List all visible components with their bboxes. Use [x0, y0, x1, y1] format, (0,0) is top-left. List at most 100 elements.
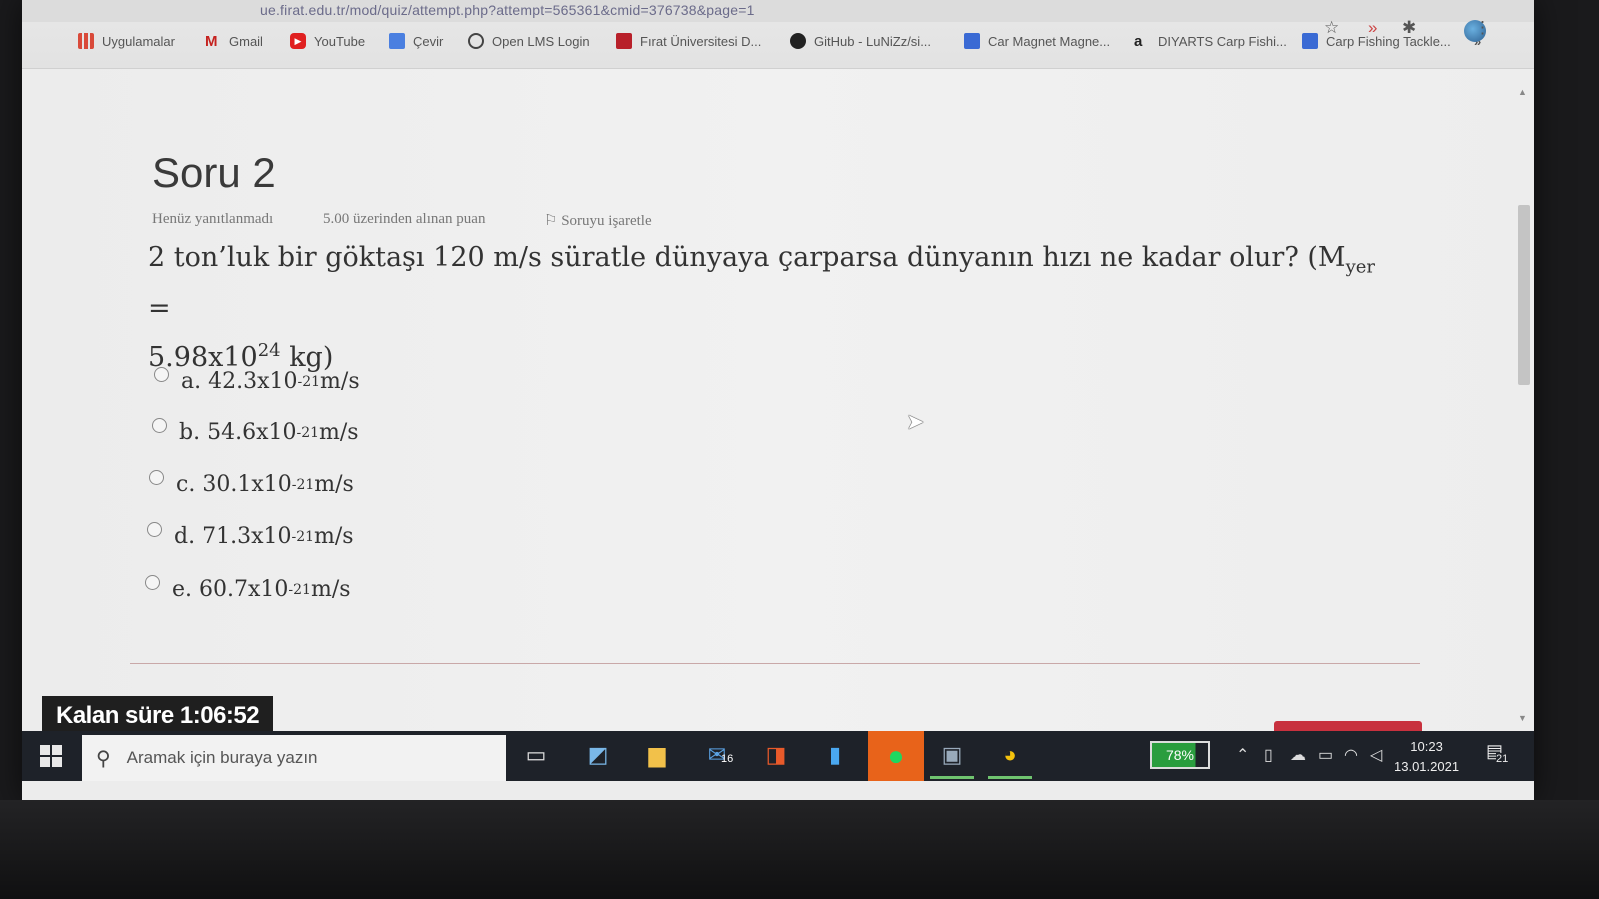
answer-option-a[interactable]: a. 42.3x10 -21 m/s — [154, 367, 360, 394]
option-unit: m/s — [320, 369, 360, 394]
option-letter: b. — [179, 420, 201, 445]
youtube-icon: ▶ — [290, 33, 306, 49]
option-exponent: -21 — [297, 373, 321, 390]
windows-start-icon[interactable] — [40, 745, 62, 767]
page-scrollbar[interactable]: ▲ ▼ — [1516, 87, 1530, 727]
notification-center-icon[interactable]: ▤ 21 — [1486, 741, 1509, 765]
star-bookmark-icon[interactable]: ☆ — [1324, 18, 1339, 38]
spotify-icon[interactable]: ● — [868, 731, 924, 781]
phone-app-icon[interactable]: ▮ — [819, 739, 851, 771]
option-value: 30.1x10 — [202, 472, 292, 497]
menu-kebab-icon[interactable]: ⋮ — [1474, 18, 1491, 38]
option-letter: c. — [176, 472, 196, 497]
address-bar[interactable]: ue.firat.edu.tr/mod/quiz/attempt.php?att… — [22, 0, 1534, 22]
battery-indicator[interactable]: 78% — [1150, 741, 1210, 769]
bookmark-label: GitHub - LuNiZz/si... — [814, 33, 932, 49]
question-text-part: = — [148, 293, 171, 325]
bookmark-label: YouTube — [314, 33, 366, 49]
flag-label: Soruyu işaretle — [561, 213, 652, 229]
option-unit: m/s — [314, 472, 354, 497]
file-explorer-icon[interactable]: ▆ — [641, 739, 673, 771]
answer-option-e[interactable]: e. 60.7x10 -21 m/s — [145, 575, 351, 602]
github-icon — [790, 33, 806, 49]
option-value: 42.3x10 — [208, 369, 298, 394]
bookmark-gmail[interactable]: M Gmail — [205, 30, 263, 52]
scrollbar-thumb[interactable] — [1518, 205, 1530, 385]
url-text[interactable]: ue.firat.edu.tr/mod/quiz/attempt.php?att… — [260, 2, 755, 18]
bookmark-label: Çevir — [413, 33, 444, 49]
bookmark-label: Open LMS Login — [492, 33, 590, 49]
mail-badge: 16 — [721, 753, 734, 765]
option-unit: m/s — [314, 524, 354, 549]
office-icon[interactable]: ◨ — [760, 739, 792, 771]
bookmark-label: Uygulamalar — [102, 33, 175, 49]
wifi-icon[interactable]: ◠ — [1344, 745, 1358, 765]
task-view-icon[interactable]: ▭ — [520, 739, 552, 771]
answer-option-c[interactable]: c. 30.1x10 -21 m/s — [149, 470, 354, 497]
option-value: 54.6x10 — [207, 420, 297, 445]
volume-icon[interactable]: ◁ — [1370, 745, 1382, 765]
question-text-subscript: yer — [1345, 256, 1375, 278]
show-hidden-icons-chevron-icon[interactable]: ⌃ — [1236, 745, 1249, 765]
question-points: 5.00 üzerinden alınan puan — [323, 211, 486, 227]
radio-button[interactable] — [152, 418, 167, 433]
monitor-screen: ue.firat.edu.tr/mod/quiz/attempt.php?att… — [22, 0, 1534, 800]
shopping-bag-icon — [1302, 33, 1318, 49]
option-unit: m/s — [310, 577, 351, 602]
battery-tray-icon[interactable]: ▭ — [1318, 745, 1333, 765]
bookmark-youtube[interactable]: ▶ YouTube — [290, 30, 365, 52]
option-value: 60.7x10 — [199, 577, 289, 602]
option-letter: a. — [181, 369, 202, 394]
quiz-timer: Kalan süre 1:06:52 — [42, 696, 274, 736]
chrome-icon[interactable]: ◕ — [988, 739, 1032, 779]
bookmark-diyarts[interactable]: a DIYARTS Carp Fishi... — [1134, 30, 1287, 52]
amazon-icon: a — [1134, 33, 1143, 50]
search-icon: ⚲ — [96, 747, 111, 770]
flag-icon: ⚐ — [544, 213, 558, 229]
bookmark-translate[interactable]: Çevir — [389, 30, 443, 52]
bookmark-label: Carp Fishing Tackle... — [1326, 33, 1451, 49]
clock-date: 13.01.2021 — [1394, 759, 1460, 774]
onedrive-cloud-icon[interactable]: ☁ — [1290, 745, 1306, 765]
app-pinned-icon[interactable]: ◩ — [582, 739, 614, 771]
bookmarks-bar: Uygulamalar M Gmail ▶ YouTube Çevir Open… — [22, 22, 1534, 69]
answer-option-b[interactable]: b. 54.6x10 -21 m/s — [152, 418, 359, 445]
bookmark-label: Car Magnet Magne... — [988, 33, 1111, 49]
radio-button[interactable] — [149, 470, 164, 485]
device-icon[interactable]: ▯ — [1264, 745, 1273, 765]
mouse-cursor-icon: ➤ — [906, 409, 925, 434]
scroll-up-icon[interactable]: ▲ — [1518, 87, 1527, 97]
bookmark-car-magnet[interactable]: Car Magnet Magne... — [964, 30, 1110, 52]
radio-button[interactable] — [147, 522, 162, 537]
apps-grid-icon — [78, 33, 94, 49]
bookmark-open-lms[interactable]: Open LMS Login — [468, 30, 590, 52]
bookmark-apps[interactable]: Uygulamalar — [78, 30, 175, 52]
option-letter: d. — [174, 524, 196, 549]
gmail-icon: M — [205, 33, 218, 50]
next-page-button-edge[interactable] — [1274, 721, 1422, 731]
globe-icon — [468, 33, 484, 49]
bookmark-github[interactable]: GitHub - LuNiZz/si... — [790, 30, 931, 52]
question-status: Henüz yanıtlanmadı — [152, 211, 274, 227]
mail-icon[interactable]: ✉ 16 — [701, 739, 733, 771]
question-text-superscript: 24 — [257, 340, 281, 362]
option-letter: e. — [172, 577, 193, 602]
system-clock[interactable]: 10:23 13.01.2021 — [1394, 737, 1459, 777]
answer-option-d[interactable]: d. 71.3x10 -21 m/s — [147, 522, 354, 549]
radio-button[interactable] — [154, 367, 169, 382]
bookmark-firat[interactable]: Fırat Üniversitesi D... — [616, 30, 761, 52]
bookmark-label: Gmail — [229, 33, 263, 49]
flag-question-link[interactable]: ⚐ Soruyu işaretle — [544, 211, 652, 230]
translate-icon — [389, 33, 405, 49]
quiz-page: ▲ ▼ Soru 2 Henüz yanıtlanmadı 5.00 üzeri… — [22, 69, 1534, 736]
clock-time: 10:23 — [1410, 739, 1443, 754]
taskbar-search-input[interactable]: ⚲ Aramak için buraya yazın — [82, 735, 506, 781]
puzzle-extensions-icon[interactable]: ✱ — [1402, 18, 1416, 38]
question-text-part: 2 ton’luk bir göktaşı 120 m/s süratle dü… — [148, 242, 1346, 273]
firat-logo-icon — [616, 33, 632, 49]
radio-button[interactable] — [145, 575, 160, 590]
photos-app-icon[interactable]: ▣ — [930, 739, 974, 779]
extensions-overflow-icon[interactable]: » — [1368, 18, 1377, 38]
scroll-down-icon[interactable]: ▼ — [1518, 713, 1527, 723]
option-exponent: -21 — [288, 581, 311, 598]
